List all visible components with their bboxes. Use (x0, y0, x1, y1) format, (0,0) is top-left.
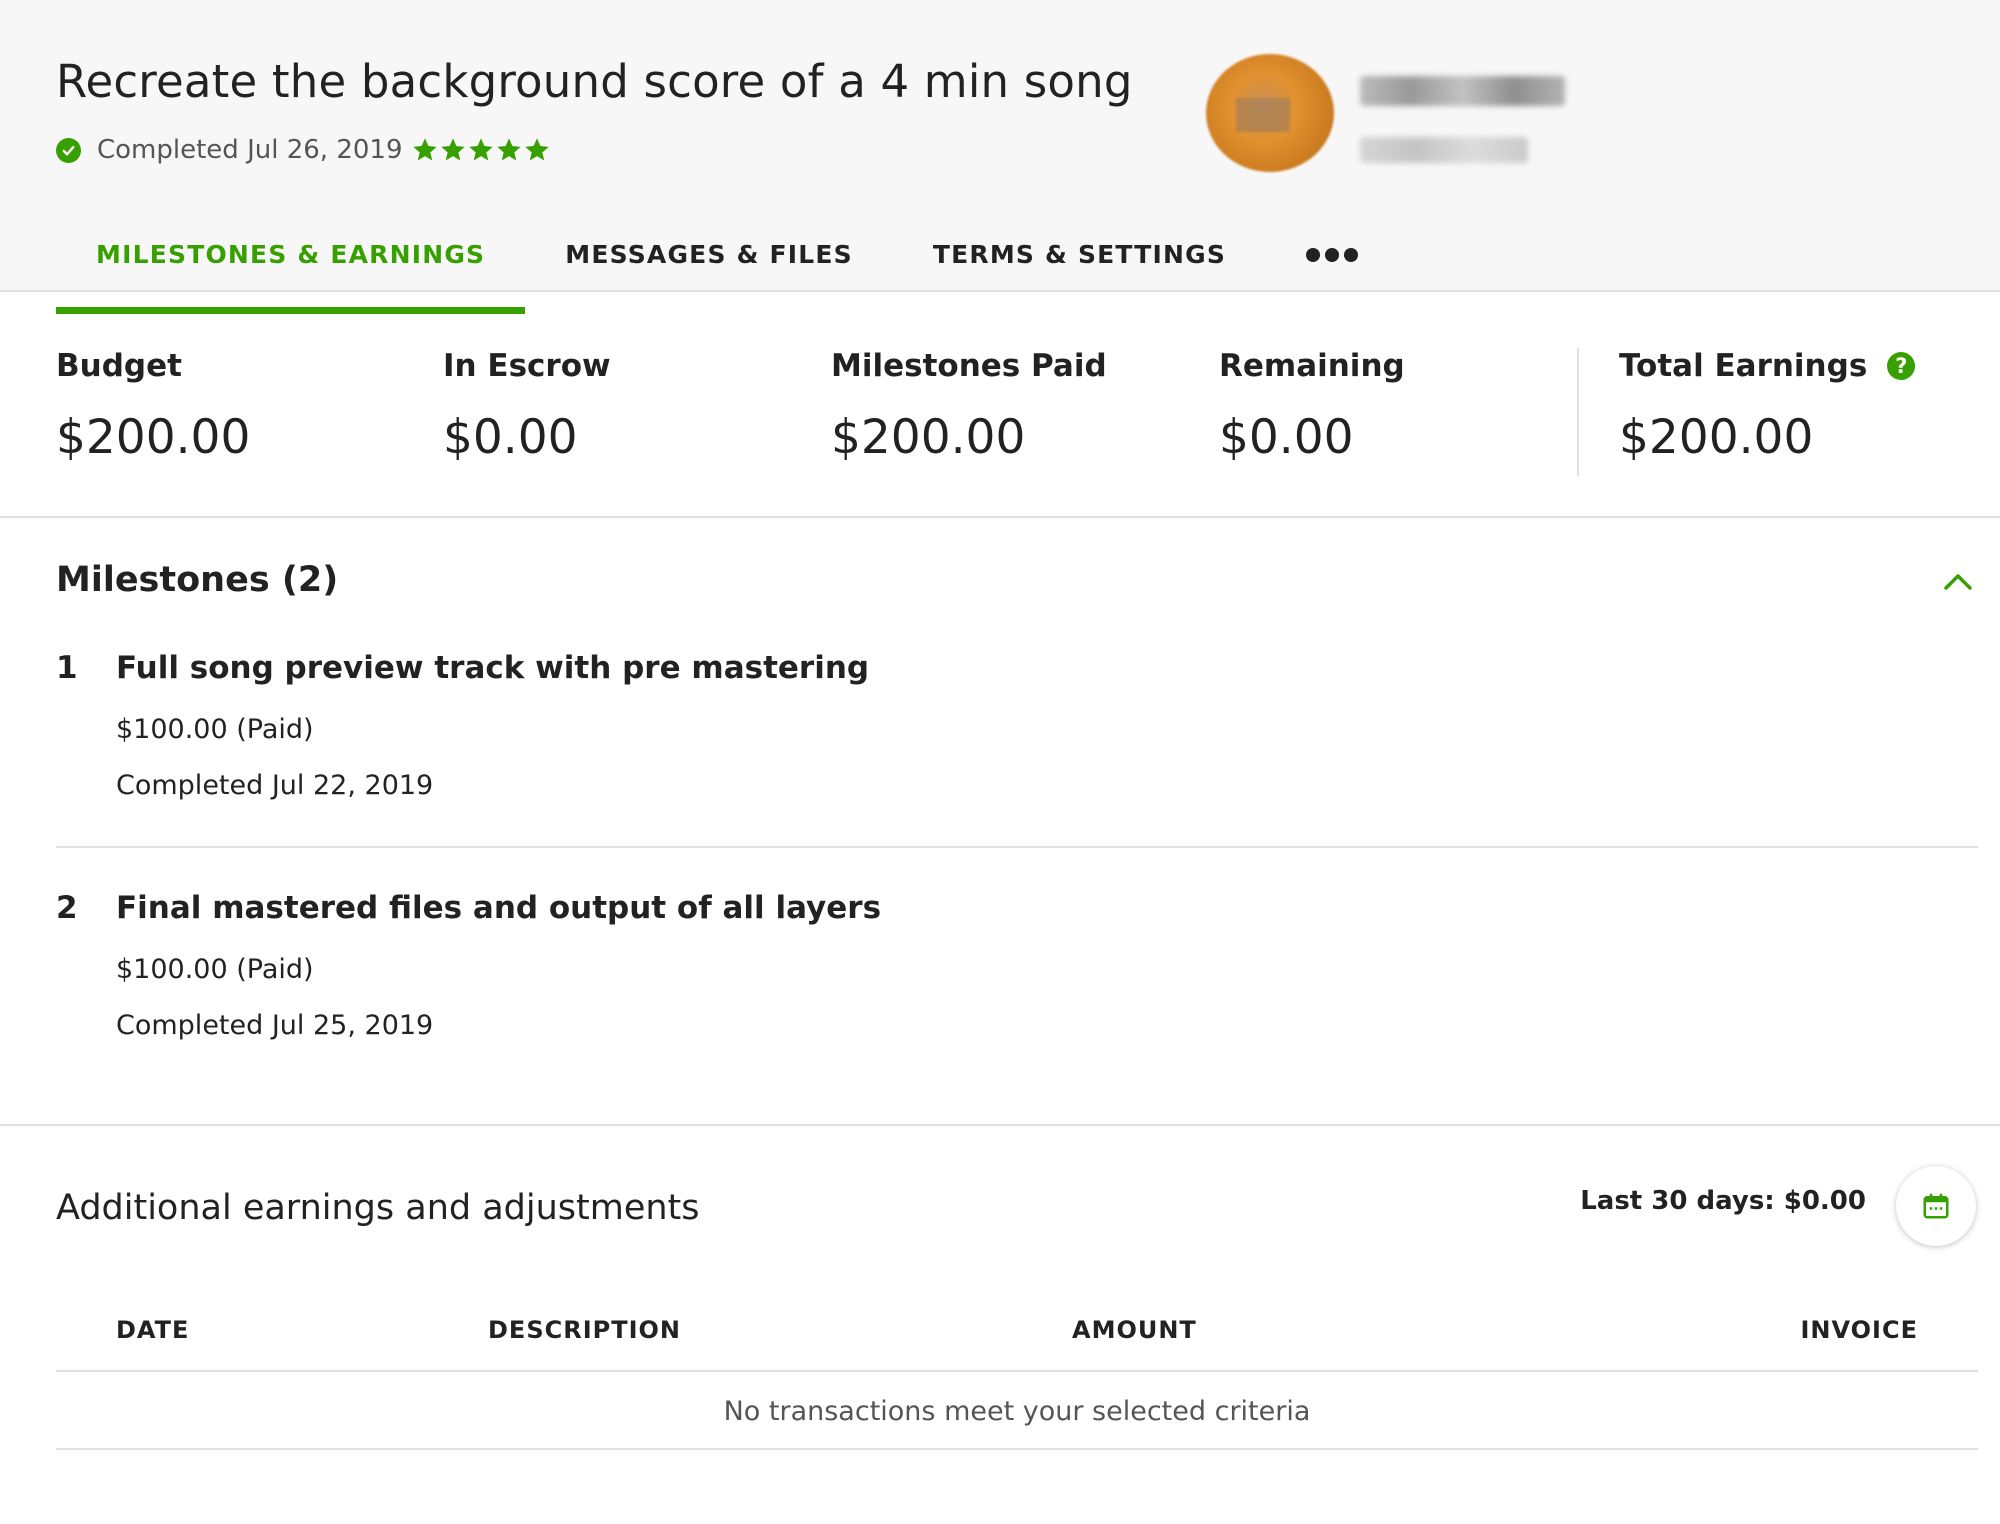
adjustments-heading: Additional earnings and adjustments (56, 1188, 700, 1228)
column-header-amount: AMOUNT (1072, 1316, 1197, 1344)
star-icon (440, 138, 465, 161)
stats-divider (1577, 348, 1579, 476)
contract-status: Completed Jul 26, 2019 (56, 134, 551, 166)
stat-label: Milestones Paid (831, 348, 1107, 384)
chevron-up-icon[interactable] (1938, 562, 1978, 602)
stat-in-escrow: In Escrow $0.00 (443, 348, 611, 465)
milestones-heading: Milestones (2) (56, 560, 339, 600)
stat-value: $200.00 (1619, 410, 1814, 465)
transactions-table-header: DATE DESCRIPTION AMOUNT INVOICE (56, 1316, 1978, 1372)
check-circle-icon (56, 137, 81, 163)
stat-label: In Escrow (443, 348, 611, 384)
stat-total-earnings: Total Earnings ? $200.00 (1619, 348, 1916, 465)
tab-messages-files[interactable]: MESSAGES & FILES (525, 240, 893, 292)
more-dots-icon[interactable] (1266, 240, 1398, 270)
stat-value: $200.00 (56, 410, 251, 465)
page-title: Recreate the background score of a 4 min… (56, 55, 1133, 108)
star-icon (468, 138, 493, 161)
milestone-date: Completed Jul 25, 2019 (116, 1010, 434, 1041)
rating-stars (411, 136, 551, 164)
tab-bar: MILESTONES & EARNINGS MESSAGES & FILES T… (56, 240, 1398, 314)
table-empty-row: No transactions meet your selected crite… (56, 1374, 1978, 1450)
status-text: Completed Jul 26, 2019 (97, 135, 403, 165)
star-icon (496, 138, 521, 161)
stat-value: $200.00 (831, 410, 1026, 465)
stat-label: Total Earnings ? (1619, 348, 1916, 384)
stat-label: Remaining (1219, 348, 1405, 384)
star-icon (412, 138, 437, 161)
stat-value: $0.00 (443, 410, 578, 465)
column-header-invoice: INVOICE (1800, 1316, 1918, 1344)
stat-remaining: Remaining $0.00 (1219, 348, 1405, 465)
milestone-amount: $100.00 (Paid) (116, 954, 314, 985)
client-name-blurred[interactable] (1360, 76, 1565, 106)
date-range-button[interactable] (1896, 1166, 1976, 1246)
tab-milestones-earnings[interactable]: MILESTONES & EARNINGS (56, 240, 526, 314)
milestone-title: Final mastered files and output of all l… (116, 890, 882, 926)
milestone-item: 2 Final mastered files and output of all… (56, 890, 1978, 1060)
star-icon (524, 138, 549, 161)
contract-header: Recreate the background score of a 4 min… (0, 0, 2000, 314)
earnings-summary: Budget $200.00 In Escrow $0.00 Milestone… (0, 292, 2000, 518)
milestone-title: Full song preview track with pre masteri… (116, 650, 870, 686)
milestone-divider (56, 846, 1978, 848)
tab-terms-settings[interactable]: TERMS & SETTINGS (893, 240, 1266, 292)
last-30-days-total: Last 30 days: $0.00 (1580, 1186, 1866, 1216)
milestone-number: 1 (56, 650, 78, 686)
milestone-amount: $100.00 (Paid) (116, 714, 314, 745)
column-header-description: DESCRIPTION (488, 1316, 682, 1344)
milestone-date: Completed Jul 22, 2019 (116, 770, 434, 801)
stat-label-text: Total Earnings (1619, 348, 1868, 384)
client-subtitle-blurred (1360, 137, 1528, 163)
stat-budget: Budget $200.00 (56, 348, 250, 465)
milestones-section: Milestones (2) 1 Full song preview track… (0, 518, 2000, 1126)
adjustments-section: Additional earnings and adjustments Last… (0, 1126, 2000, 1524)
milestone-number: 2 (56, 890, 78, 926)
calendar-icon (1923, 1193, 1949, 1219)
column-header-date[interactable]: DATE (116, 1316, 189, 1344)
milestone-item: 1 Full song preview track with pre maste… (56, 650, 1978, 820)
help-circle-icon[interactable]: ? (1887, 352, 1916, 380)
stat-label: Budget (56, 348, 182, 384)
avatar[interactable] (1206, 54, 1334, 172)
stat-value: $0.00 (1219, 410, 1354, 465)
stat-milestones-paid: Milestones Paid $200.00 (831, 348, 1107, 465)
empty-state-message: No transactions meet your selected crite… (723, 1395, 1311, 1427)
